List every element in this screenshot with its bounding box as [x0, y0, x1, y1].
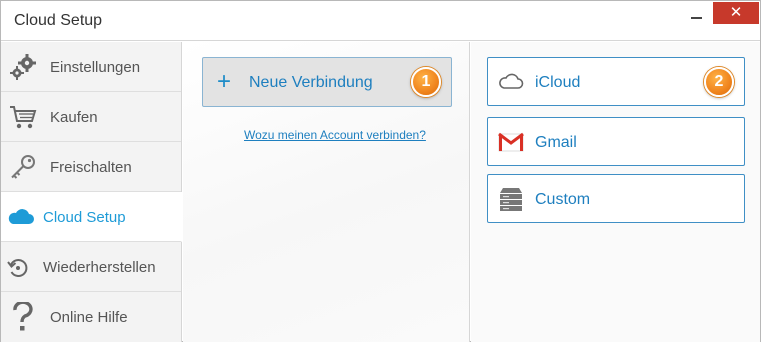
sidebar-item-label: Kaufen: [50, 109, 98, 126]
cloud-outline-icon: [498, 69, 524, 95]
close-button[interactable]: ✕: [713, 2, 759, 24]
sidebar-item-kaufen[interactable]: Kaufen: [1, 92, 181, 142]
gears-icon: [9, 54, 37, 80]
minimize-button[interactable]: [691, 11, 703, 23]
restore-icon: [7, 257, 29, 279]
title-bar: Cloud Setup ✕: [1, 1, 760, 41]
sidebar-item-wiederherstellen[interactable]: Wiederherstellen: [1, 242, 181, 292]
step-badge-1: 1: [411, 67, 441, 97]
custom-button[interactable]: Custom: [487, 174, 745, 223]
why-connect-link[interactable]: Wozu meinen Account verbinden?: [244, 128, 426, 142]
cloud-icon: [7, 206, 35, 232]
sidebar-item-label: Online Hilfe: [50, 309, 128, 326]
sidebar-item-label: Freischalten: [50, 159, 132, 176]
new-connection-label: Neue Verbindung: [249, 74, 373, 91]
gmail-icon: [498, 129, 524, 155]
main-panel: + Neue Verbindung 1 Wozu meinen Account …: [183, 42, 470, 342]
sidebar: Einstellungen Kaufen Freischalten Cloud …: [1, 42, 182, 342]
question-icon: [12, 300, 40, 331]
server-icon: [498, 186, 524, 212]
sidebar-item-freischalten[interactable]: Freischalten: [1, 142, 181, 192]
sidebar-item-einstellungen[interactable]: Einstellungen: [1, 42, 181, 92]
icloud-button[interactable]: iCloud 2: [487, 57, 745, 106]
sidebar-item-label: Wiederherstellen: [43, 259, 156, 276]
plus-icon: +: [217, 68, 232, 95]
icloud-label: iCloud: [535, 74, 581, 91]
sidebar-item-label: Cloud Setup: [43, 209, 126, 226]
sidebar-item-label: Einstellungen: [50, 59, 141, 76]
new-connection-button[interactable]: + Neue Verbindung 1: [202, 57, 452, 107]
key-icon: [9, 154, 37, 180]
custom-label: Custom: [535, 191, 591, 208]
step-badge-2: 2: [704, 67, 734, 97]
services-panel: iCloud 2 Gmail Custom: [471, 42, 760, 342]
cloud-setup-window: Cloud Setup ✕ Einstellungen Kaufen Freis…: [0, 0, 761, 342]
gmail-button[interactable]: Gmail: [487, 117, 745, 166]
cart-icon: [9, 104, 37, 130]
gmail-label: Gmail: [535, 134, 577, 151]
sidebar-item-online-hilfe[interactable]: Online Hilfe: [1, 292, 181, 342]
window-title: Cloud Setup: [14, 12, 103, 29]
sidebar-item-cloud-setup[interactable]: Cloud Setup: [1, 192, 182, 242]
